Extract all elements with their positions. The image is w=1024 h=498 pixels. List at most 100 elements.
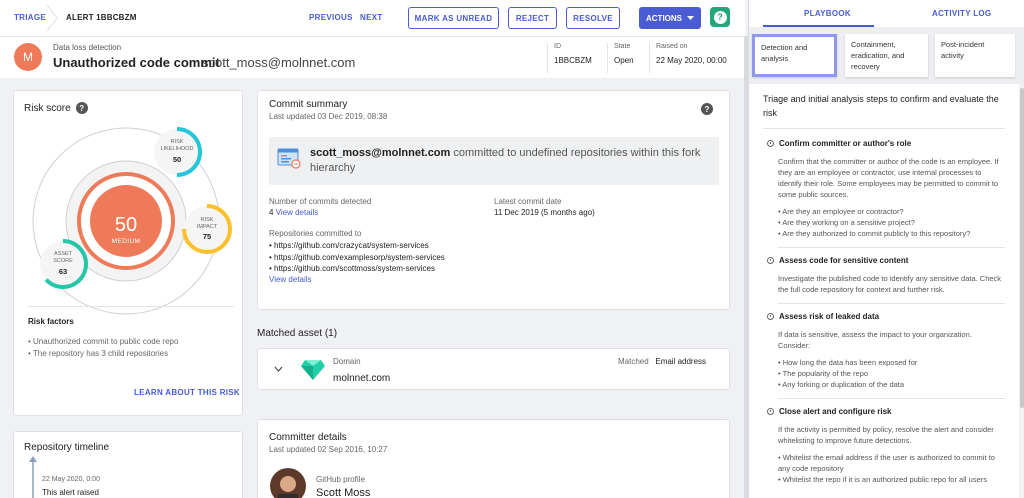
- actions-label: ACTIONS: [646, 13, 682, 23]
- alert-email: scott_moss@molnnet.com: [202, 55, 356, 70]
- question-icon[interactable]: ?: [75, 102, 88, 114]
- list-item: Are they working on a sensitive project?: [778, 217, 1005, 228]
- timeline-title: Repository timeline: [24, 442, 110, 453]
- playbook-intro: Triage and initial analysis steps to con…: [763, 94, 999, 118]
- commits-count-value: 4: [269, 208, 274, 217]
- section-title[interactable]: Assess risk of leaked data: [767, 312, 1005, 321]
- breadcrumb-triage[interactable]: TRIAGE: [14, 13, 46, 22]
- chevron-down-icon[interactable]: [274, 366, 283, 372]
- commits-count: 4 View details: [269, 208, 318, 217]
- breadcrumb-chevron-icon: [46, 5, 58, 31]
- committer-details-updated: Last updated 02 Sep 2016, 10:27: [269, 445, 388, 454]
- repository-item: • https://github.com/crazycat/system-ser…: [269, 241, 429, 250]
- alert-title: Unauthorized code commit: [53, 55, 220, 70]
- risk-factors-list: • Unauthorized commit to public code rep…: [28, 336, 178, 360]
- likelihood-value: 50: [173, 155, 181, 164]
- committer-name: Scott Moss: [316, 487, 371, 498]
- top-bar: TRIAGE ALERT 1BBCBZM PREVIOUS NEXT MARK …: [0, 0, 745, 36]
- risk-score-level: MEDIUM: [112, 238, 141, 245]
- risk-factors-title: Risk factors: [28, 317, 74, 326]
- risk-factor-item: • Unauthorized commit to public code rep…: [28, 337, 179, 346]
- commit-banner-text: scott_moss@molnnet.com committed to unde…: [310, 146, 710, 176]
- likelihood-label-1: RISK: [171, 139, 184, 145]
- next-button[interactable]: NEXT: [360, 13, 383, 22]
- playbook-content: Triage and initial analysis steps to con…: [749, 84, 1019, 498]
- divider: [763, 128, 1005, 129]
- matched-asset-title: Matched asset (1): [257, 328, 338, 339]
- playbook-section: Close alert and configure risk If the ac…: [767, 407, 1005, 485]
- section-list: How long the data has been exposed for T…: [767, 357, 1005, 390]
- section-list: Whitelist the email address if the user …: [767, 452, 1005, 485]
- list-item: The popularity of the repo: [778, 368, 1005, 379]
- commit-banner-user: scott_moss@molnnet.com: [310, 147, 451, 159]
- impact-label-2: IMPACT: [197, 224, 218, 230]
- alert-category: Data loss detection: [53, 43, 122, 52]
- likelihood-label-2: LIKELIHOOD: [160, 146, 193, 152]
- committer-details-title: Committer details: [269, 432, 347, 443]
- help-icon: ?: [713, 10, 727, 24]
- impact-value: 75: [203, 232, 211, 241]
- clock-icon: [767, 313, 774, 320]
- alert-state-value: Open: [614, 56, 634, 65]
- reject-button[interactable]: REJECT: [508, 7, 557, 29]
- alert-id-value: 1BBCBZM: [554, 56, 592, 65]
- matched-label: Matched: [618, 357, 649, 366]
- repository-item: • https://github.com/examplesorp/system-…: [269, 252, 445, 262]
- risk-score-title: Risk score: [24, 102, 71, 114]
- scrollbar-thumb[interactable]: [1020, 88, 1024, 408]
- section-body: If data is sensitive, assess the impact …: [778, 330, 972, 350]
- help-button[interactable]: ?: [710, 7, 730, 27]
- asset-label-1: ASSET: [54, 251, 73, 257]
- list-item: Are they an employee or contractor?: [778, 206, 1005, 217]
- previous-button[interactable]: PREVIOUS: [309, 13, 353, 22]
- playbook-panel: PLAYBOOK ACTIVITY LOG Detection and anal…: [748, 0, 1024, 498]
- risk-factor-item: • The repository has 3 child repositorie…: [28, 349, 169, 358]
- clock-icon: [767, 257, 774, 264]
- commit-summary-card: Commit summary Last updated 03 Dec 2019,…: [257, 90, 730, 310]
- subtab-post-incident[interactable]: Post-incident activity: [935, 34, 1015, 77]
- section-body: Confirm that the committer or author of …: [778, 157, 999, 199]
- subtab-containment[interactable]: Containment, eradication, and recovery: [845, 34, 928, 77]
- section-title[interactable]: Confirm committer or author's role: [767, 139, 1005, 148]
- commits-view-details-link[interactable]: View details: [276, 208, 319, 217]
- list-item: Whitelist the email address if the user …: [778, 452, 1005, 474]
- repositories-label: Repositories committed to: [269, 229, 362, 238]
- tab-playbook[interactable]: PLAYBOOK: [804, 9, 851, 18]
- actions-dropdown[interactable]: ACTIONS: [639, 7, 701, 29]
- resolve-button[interactable]: RESOLVE: [566, 7, 620, 29]
- repositories-view-details-link[interactable]: View details: [269, 275, 312, 284]
- breadcrumb-current: ALERT 1BBCBZM: [66, 13, 137, 22]
- playbook-sections: Confirm committer or author's role Confi…: [749, 139, 1019, 485]
- latest-commit-value: 11 Dec 2019 (5 months ago): [494, 208, 595, 217]
- divider: [778, 303, 1005, 304]
- clock-icon: [767, 140, 774, 147]
- alert-id-label: ID: [554, 43, 561, 50]
- risk-score-card: Risk score ? 50 MEDIUM RISK LIKELIHOOD 5…: [13, 90, 243, 416]
- subtab-detection-analysis[interactable]: Detection and analysis: [752, 34, 837, 77]
- commit-banner: scott_moss@molnnet.com committed to unde…: [269, 137, 719, 185]
- learn-about-risk-link[interactable]: LEARN ABOUT THIS RISK: [134, 388, 240, 397]
- alert-raised-field: Raised on 22 May 2020, 00:00: [649, 43, 741, 73]
- alert-raised-value: 22 May 2020, 00:00: [656, 56, 727, 65]
- list-item: Are they authorized to commit publicly t…: [778, 228, 1005, 239]
- asset-value: 63: [59, 267, 67, 276]
- section-title[interactable]: Assess code for sensitive content: [767, 256, 1005, 265]
- question-icon[interactable]: ?: [701, 103, 713, 115]
- playbook-section: Confirm committer or author's role Confi…: [767, 139, 1005, 248]
- tab-activity-log[interactable]: ACTIVITY LOG: [932, 9, 991, 18]
- repositories-list: • https://github.com/crazycat/system-ser…: [269, 240, 445, 275]
- section-title[interactable]: Close alert and configure risk: [767, 407, 1005, 416]
- mark-as-unread-button[interactable]: MARK AS UNREAD: [408, 7, 499, 29]
- repository-item: • https://github.com/scottmoss/system-se…: [269, 264, 435, 273]
- alert-header: M Data loss detection Unauthorized code …: [0, 36, 745, 78]
- matched-value: Email address: [655, 357, 707, 366]
- repository-timeline-card: Repository timeline 22 May 2020, 0:00 Th…: [13, 431, 243, 498]
- matched-on: Matched Email address: [618, 357, 706, 366]
- alert-state-label: State: [614, 43, 631, 50]
- section-body: If the activity is permitted by policy, …: [778, 425, 994, 445]
- list-item: Whitelist the repo if it is an authorize…: [778, 474, 1005, 485]
- alert-state-field: State Open: [607, 43, 649, 73]
- playbook-section: Assess risk of leaked data If data is se…: [767, 312, 1005, 399]
- alert-raised-label: Raised on: [656, 43, 688, 50]
- matched-asset-row[interactable]: Domain molnnet.com Matched Email address: [257, 348, 730, 390]
